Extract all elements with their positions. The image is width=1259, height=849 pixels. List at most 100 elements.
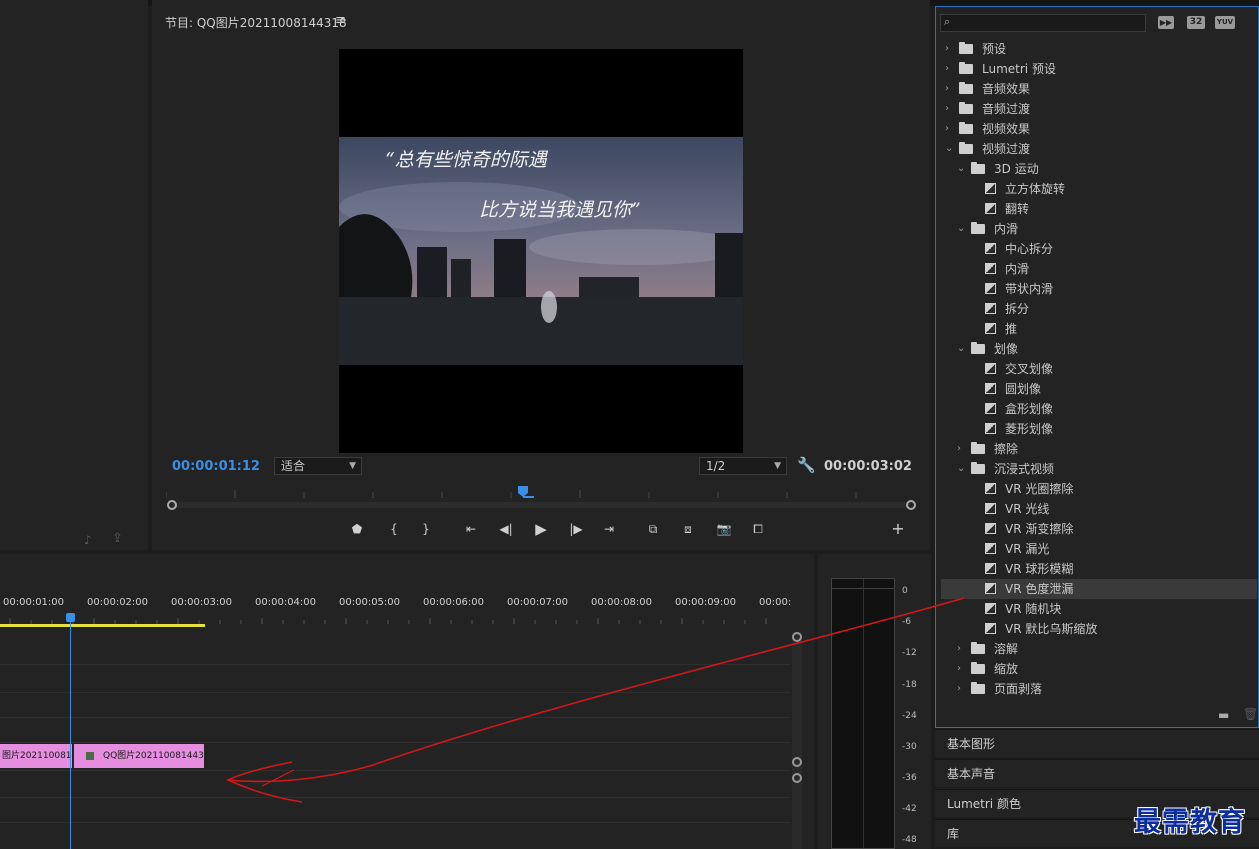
- scrub-bar[interactable]: [172, 502, 910, 508]
- mark-out-icon[interactable]: }: [415, 518, 437, 540]
- chevron-down-icon[interactable]: ⌄: [957, 219, 965, 239]
- track-divider: [0, 742, 790, 743]
- meter-scale-label: -48: [902, 835, 917, 845]
- transition-icon: [985, 563, 996, 574]
- go-to-in-icon[interactable]: ⇤: [460, 518, 482, 540]
- overwrite-icon[interactable]: ⧈: [677, 518, 699, 540]
- effect-item[interactable]: 盒形划像: [941, 399, 1257, 419]
- effects-folder[interactable]: ⌄ 沉浸式视频: [941, 459, 1257, 479]
- step-forward-icon[interactable]: |▶: [565, 518, 587, 540]
- effects-folder[interactable]: › Lumetri 预设: [941, 59, 1257, 79]
- export-icon[interactable]: ⇪: [112, 531, 123, 546]
- playhead-handle[interactable]: [66, 613, 75, 622]
- chevron-right-icon[interactable]: ›: [945, 79, 949, 99]
- go-to-out-icon[interactable]: ⇥: [598, 518, 620, 540]
- panel-menu-icon[interactable]: ≡: [335, 13, 346, 28]
- search-input[interactable]: ⌕: [940, 14, 1146, 32]
- marker-icon[interactable]: ⬟: [346, 518, 368, 540]
- chevron-right-icon[interactable]: ›: [945, 119, 949, 139]
- export-frame-icon[interactable]: 📷: [713, 518, 735, 540]
- chevron-right-icon[interactable]: ›: [957, 679, 961, 699]
- play-icon[interactable]: ▶: [530, 518, 552, 540]
- scrub-start-handle[interactable]: [167, 500, 177, 510]
- effect-item[interactable]: VR 渐变擦除: [941, 519, 1257, 539]
- chevron-down-icon[interactable]: ⌄: [957, 159, 965, 179]
- trash-icon[interactable]: 🗑: [1243, 707, 1258, 721]
- program-ruler[interactable]: [166, 486, 916, 498]
- program-title[interactable]: 节目: QQ图片20211008144318: [165, 14, 347, 31]
- scroll-handle-top[interactable]: [792, 632, 802, 642]
- playhead-line[interactable]: [70, 614, 71, 849]
- step-back-icon[interactable]: ◀|: [495, 518, 517, 540]
- chevron-right-icon[interactable]: ›: [957, 439, 961, 459]
- panel-essential-sound[interactable]: 基本声音: [935, 759, 1259, 787]
- effect-item[interactable]: VR 漏光: [941, 539, 1257, 559]
- chevron-down-icon[interactable]: ⌄: [957, 339, 965, 359]
- chevron-down-icon[interactable]: ⌄: [945, 139, 953, 159]
- scroll-handle-mid[interactable]: [792, 757, 802, 767]
- effect-item[interactable]: 立方体旋转: [941, 179, 1257, 199]
- effect-item[interactable]: 菱形划像: [941, 419, 1257, 439]
- effect-item[interactable]: 推: [941, 319, 1257, 339]
- chevron-right-icon[interactable]: ›: [945, 39, 949, 59]
- effect-item[interactable]: VR 球形模糊: [941, 559, 1257, 579]
- effect-item[interactable]: 带状内滑: [941, 279, 1257, 299]
- effect-item[interactable]: 中心拆分: [941, 239, 1257, 259]
- effects-folder[interactable]: ⌄ 内滑: [941, 219, 1257, 239]
- transition-icon: [985, 183, 996, 194]
- chevron-right-icon[interactable]: ›: [945, 99, 949, 119]
- chevron-down-icon[interactable]: ⌄: [957, 459, 965, 479]
- scrub-end-handle[interactable]: [906, 500, 916, 510]
- mark-in-icon[interactable]: {: [383, 518, 405, 540]
- effects-folder[interactable]: › 擦除: [941, 439, 1257, 459]
- panel-essential-graphics[interactable]: 基本图形: [935, 729, 1259, 757]
- playhead-timecode[interactable]: 00:00:01:12: [172, 459, 260, 474]
- work-area-bar[interactable]: [0, 624, 205, 627]
- effects-row-label: 擦除: [994, 442, 1019, 456]
- effect-item[interactable]: VR 色度泄漏: [941, 579, 1257, 599]
- transition-icon: [985, 243, 996, 254]
- effects-folder[interactable]: › 缩放: [941, 659, 1257, 679]
- effect-item[interactable]: VR 默比乌斯缩放: [941, 619, 1257, 639]
- effect-item[interactable]: 内滑: [941, 259, 1257, 279]
- accelerated-effects-icon[interactable]: ▶▶: [1158, 16, 1174, 29]
- effects-folder[interactable]: › 视频效果: [941, 119, 1257, 139]
- resolution-select[interactable]: 1/2 ▼: [699, 457, 787, 475]
- chevron-right-icon[interactable]: ›: [957, 659, 961, 679]
- timeline-tick-label: 00:00:07:00: [507, 597, 569, 608]
- effects-folder[interactable]: ⌄ 3D 运动: [941, 159, 1257, 179]
- insert-icon[interactable]: ⧉: [642, 518, 664, 540]
- yuv-effects-icon[interactable]: YUV: [1215, 16, 1235, 29]
- effects-folder[interactable]: › 音频过渡: [941, 99, 1257, 119]
- wrench-icon[interactable]: 🔧: [797, 456, 816, 474]
- chevron-right-icon[interactable]: ›: [957, 639, 961, 659]
- add-button-icon[interactable]: +: [887, 518, 909, 540]
- effect-item[interactable]: 拆分: [941, 299, 1257, 319]
- timeline-clip[interactable]: QQ图片202110081443: [74, 744, 204, 768]
- audio-toggle-icon[interactable]: ♪: [84, 533, 92, 547]
- timeline-tick-label: 00:00:04:00: [255, 597, 317, 608]
- meter-scale-label: -30: [902, 742, 917, 752]
- effects-folder[interactable]: › 预设: [941, 39, 1257, 59]
- effect-item[interactable]: VR 随机块: [941, 599, 1257, 619]
- effect-item[interactable]: 交叉划像: [941, 359, 1257, 379]
- comparison-view-icon[interactable]: ⧠: [747, 518, 769, 540]
- timeline-scrollbar[interactable]: [792, 632, 802, 849]
- scroll-handle-bottom[interactable]: [792, 773, 802, 783]
- effects-folder[interactable]: › 音频效果: [941, 79, 1257, 99]
- chevron-right-icon[interactable]: ›: [945, 59, 949, 79]
- timeline-clip[interactable]: 图片20211008144: [0, 744, 72, 768]
- effects-folder[interactable]: › 溶解: [941, 639, 1257, 659]
- effects-folder[interactable]: › 页面剥落: [941, 679, 1257, 699]
- effect-item[interactable]: VR 光圈擦除: [941, 479, 1257, 499]
- effects-folder[interactable]: ⌄ 视频过渡: [941, 139, 1257, 159]
- effect-item[interactable]: 圆划像: [941, 379, 1257, 399]
- effect-item[interactable]: VR 光线: [941, 499, 1257, 519]
- new-bin-icon[interactable]: ▬: [1218, 708, 1229, 722]
- fit-select[interactable]: 适合 ▼: [274, 457, 362, 475]
- timeline-ruler[interactable]: [0, 612, 790, 624]
- effects-row-label: 3D 运动: [994, 162, 1039, 176]
- effect-item[interactable]: 翻转: [941, 199, 1257, 219]
- effects-folder[interactable]: ⌄ 划像: [941, 339, 1257, 359]
- 32-bit-effects-icon[interactable]: 32: [1187, 16, 1205, 29]
